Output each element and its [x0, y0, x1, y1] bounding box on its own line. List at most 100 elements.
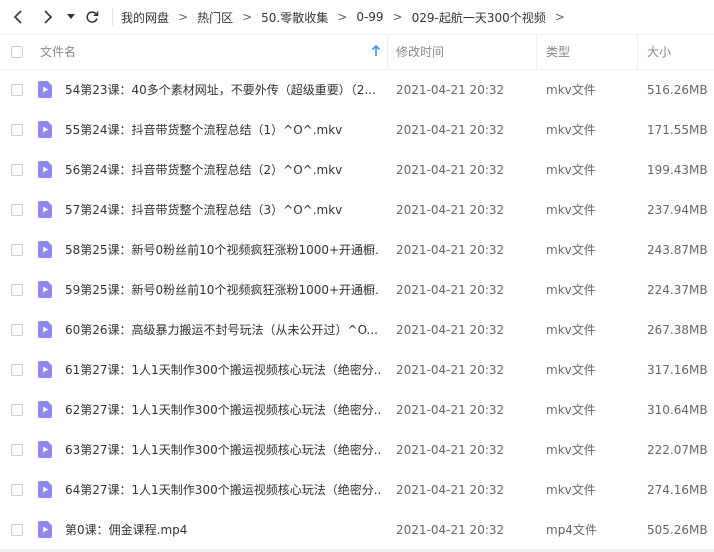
file-type: mkv文件 — [546, 163, 596, 177]
file-type: mkv文件 — [546, 483, 596, 497]
forward-button[interactable] — [38, 7, 58, 27]
video-file-icon — [38, 521, 52, 538]
chevron-left-icon — [13, 10, 22, 24]
column-header-modified[interactable]: 修改时间 — [396, 35, 444, 69]
file-list-header: 文件名 修改时间 类型 大小 — [0, 35, 714, 70]
row-checkbox[interactable] — [11, 204, 23, 216]
row-checkbox[interactable] — [11, 404, 23, 416]
row-checkbox[interactable] — [11, 364, 23, 376]
breadcrumb-separator-icon: > — [554, 10, 565, 24]
video-file-icon — [38, 121, 52, 138]
column-divider[interactable] — [637, 35, 638, 69]
row-checkbox[interactable] — [11, 124, 23, 136]
file-size: 310.64MB — [647, 403, 708, 417]
file-name[interactable]: 58第25课：新号0粉丝前10个视频疯狂涨粉1000+开通橱... — [65, 230, 380, 270]
row-checkbox[interactable] — [11, 84, 23, 96]
file-size: 199.43MB — [647, 163, 708, 177]
file-size: 222.07MB — [647, 443, 708, 457]
file-name[interactable]: 54第23课：40多个素材网址，不要外传（超级重要）（2... — [65, 70, 380, 110]
breadcrumb-separator-icon: > — [178, 10, 189, 24]
file-list: 54第23课：40多个素材网址，不要外传（超级重要）（2... 2021-04-2… — [0, 70, 714, 550]
file-type: mkv文件 — [546, 283, 596, 297]
video-file-icon — [38, 441, 52, 458]
column-divider[interactable] — [536, 35, 537, 69]
refresh-button[interactable] — [82, 7, 102, 27]
file-type: mkv文件 — [546, 203, 596, 217]
file-row[interactable]: 57第24课：抖音带货整个流程总结（3）^O^.mkv 2021-04-21 20… — [0, 190, 714, 230]
file-size: 243.87MB — [647, 243, 708, 257]
file-modified-time: 2021-04-21 20:32 — [396, 483, 505, 497]
row-checkbox[interactable] — [11, 164, 23, 176]
breadcrumb-item[interactable]: 我的网盘 — [121, 9, 169, 26]
select-all-checkbox[interactable] — [11, 46, 23, 58]
column-header-name[interactable]: 文件名 — [40, 35, 76, 69]
file-size: 505.26MB — [647, 523, 708, 537]
file-type: mkv文件 — [546, 83, 596, 97]
file-type: mkv文件 — [546, 363, 596, 377]
column-header-size[interactable]: 大小 — [647, 35, 671, 69]
file-modified-time: 2021-04-21 20:32 — [396, 163, 505, 177]
file-name[interactable]: 63第27课：1人1天制作300个搬运视频核心玩法（绝密分... — [65, 430, 380, 470]
file-name[interactable]: 62第27课：1人1天制作300个搬运视频核心玩法（绝密分... — [65, 390, 380, 430]
file-modified-time: 2021-04-21 20:32 — [396, 323, 505, 337]
file-modified-time: 2021-04-21 20:32 — [396, 403, 505, 417]
file-row[interactable]: 63第27课：1人1天制作300个搬运视频核心玩法（绝密分... 2021-04-… — [0, 430, 714, 470]
breadcrumb: 我的网盘 > 热门区 >50.零散收集 >0-99 >029-起航一天300个视频 > — [121, 9, 574, 26]
file-row[interactable]: 55第24课：抖音带货整个流程总结（1）^O^.mkv 2021-04-21 20… — [0, 110, 714, 150]
breadcrumb-item[interactable]: 029-起航一天300个视频 — [412, 9, 546, 26]
row-checkbox[interactable] — [11, 484, 23, 496]
file-row[interactable]: 54第23课：40多个素材网址，不要外传（超级重要）（2... 2021-04-2… — [0, 70, 714, 110]
breadcrumb-item[interactable]: 0-99 — [356, 10, 383, 24]
file-name[interactable]: 61第27课：1人1天制作300个搬运视频核心玩法（绝密分... — [65, 350, 380, 390]
toolbar-divider — [112, 8, 113, 26]
file-row[interactable]: 59第25课：新号0粉丝前10个视频疯狂涨粉1000+开通橱... 2021-04… — [0, 270, 714, 310]
file-row[interactable]: 62第27课：1人1天制作300个搬运视频核心玩法（绝密分... 2021-04-… — [0, 390, 714, 430]
navigation-toolbar: 我的网盘 > 热门区 >50.零散收集 >0-99 >029-起航一天300个视频 > — [0, 0, 714, 35]
breadcrumb-separator-icon: > — [392, 10, 403, 24]
video-file-icon — [38, 201, 52, 218]
row-checkbox[interactable] — [11, 244, 23, 256]
row-checkbox[interactable] — [11, 524, 23, 536]
chevron-right-icon — [44, 10, 53, 24]
file-name[interactable]: 56第24课：抖音带货整个流程总结（2）^O^.mkv — [65, 150, 380, 190]
file-size: 267.38MB — [647, 323, 708, 337]
file-type: mkv文件 — [546, 403, 596, 417]
file-type: mkv文件 — [546, 123, 596, 137]
file-row[interactable]: 60第26课：高级暴力搬运不封号玩法（从未公开过）^O... 2021-04-21… — [0, 310, 714, 350]
file-modified-time: 2021-04-21 20:32 — [396, 443, 505, 457]
file-type: mp4文件 — [546, 523, 597, 537]
file-row[interactable]: 56第24课：抖音带货整个流程总结（2）^O^.mkv 2021-04-21 20… — [0, 150, 714, 190]
video-file-icon — [38, 361, 52, 378]
file-row[interactable]: 第0课：佣金课程.mp4 2021-04-21 20:32 mp4文件 505.26M… — [0, 510, 714, 550]
video-file-icon — [38, 241, 52, 258]
refresh-icon — [86, 11, 99, 23]
file-name[interactable]: 55第24课：抖音带货整个流程总结（1）^O^.mkv — [65, 110, 380, 150]
row-checkbox[interactable] — [11, 324, 23, 336]
column-divider[interactable] — [387, 35, 388, 69]
breadcrumb-separator-icon: > — [337, 10, 348, 24]
sort-ascending-icon[interactable] — [370, 45, 382, 57]
back-button[interactable] — [8, 7, 28, 27]
file-row[interactable]: 64第27课：1人1天制作300个搬运视频核心玩法（绝密分... 2021-04-… — [0, 470, 714, 510]
caret-down-icon — [67, 14, 75, 19]
file-row[interactable]: 61第27课：1人1天制作300个搬运视频核心玩法（绝密分... 2021-04-… — [0, 350, 714, 390]
breadcrumb-item[interactable]: 热门区 — [197, 9, 233, 26]
history-dropdown-button[interactable] — [64, 7, 78, 27]
file-name[interactable]: 59第25课：新号0粉丝前10个视频疯狂涨粉1000+开通橱... — [65, 270, 380, 310]
file-size: 274.16MB — [647, 483, 708, 497]
file-name[interactable]: 第0课：佣金课程.mp4 — [65, 510, 380, 550]
file-modified-time: 2021-04-21 20:32 — [396, 123, 505, 137]
file-type: mkv文件 — [546, 443, 596, 457]
row-checkbox[interactable] — [11, 444, 23, 456]
file-modified-time: 2021-04-21 20:32 — [396, 83, 505, 97]
row-checkbox[interactable] — [11, 284, 23, 296]
file-name[interactable]: 57第24课：抖音带货整个流程总结（3）^O^.mkv — [65, 190, 380, 230]
column-header-type[interactable]: 类型 — [546, 35, 570, 69]
breadcrumb-item[interactable]: 50.零散收集 — [261, 9, 328, 26]
video-file-icon — [38, 81, 52, 98]
file-row[interactable]: 58第25课：新号0粉丝前10个视频疯狂涨粉1000+开通橱... 2021-04… — [0, 230, 714, 270]
file-name[interactable]: 60第26课：高级暴力搬运不封号玩法（从未公开过）^O... — [65, 310, 380, 350]
file-size: 317.16MB — [647, 363, 708, 377]
file-name[interactable]: 64第27课：1人1天制作300个搬运视频核心玩法（绝密分... — [65, 470, 380, 510]
file-size: 516.26MB — [647, 83, 708, 97]
